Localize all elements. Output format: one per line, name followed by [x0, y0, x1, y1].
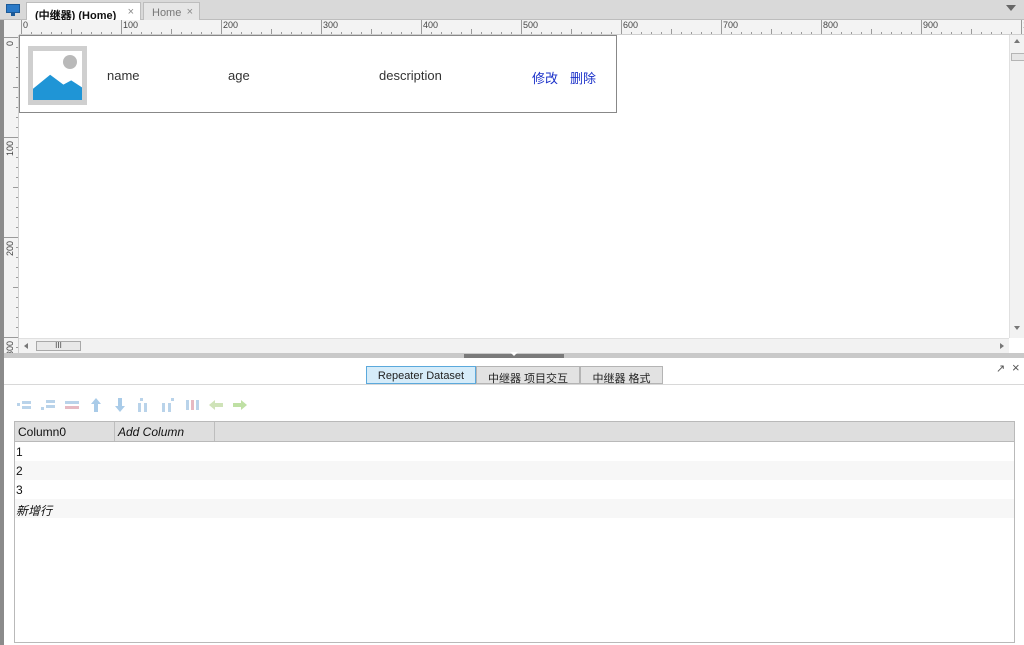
tab-repeater-style[interactable]: 中继器 格式 — [580, 366, 663, 385]
move-right-icon[interactable] — [233, 398, 247, 412]
ruler-label: 300 — [5, 340, 15, 353]
ruler-label: 200 — [5, 240, 15, 256]
close-icon[interactable]: × — [187, 6, 193, 18]
ruler-tick — [21, 20, 22, 34]
ruler-tick — [4, 237, 18, 238]
move-down-icon[interactable] — [113, 398, 127, 412]
insert-row-below-icon[interactable] — [41, 398, 55, 412]
delete-link[interactable]: 删除 — [570, 68, 596, 87]
ruler-tick — [1021, 20, 1022, 34]
repeater-widget[interactable]: name age description 修改 删除 — [19, 35, 617, 113]
table-row[interactable]: 3 — [15, 480, 1014, 499]
scroll-left-icon[interactable] — [24, 343, 28, 349]
ruler-label: 900 — [923, 20, 939, 30]
canvas-vertical-scrollbar[interactable] — [1009, 35, 1024, 338]
ruler-tick — [521, 20, 522, 34]
ruler-tick — [4, 37, 18, 38]
move-up-icon[interactable] — [89, 398, 103, 412]
repeater-panel: Repeater Dataset 中继器 项目交互 中继器 格式 ↗ × Col… — [4, 358, 1024, 645]
delete-column-icon[interactable] — [185, 398, 199, 412]
close-icon[interactable]: × — [1012, 360, 1020, 375]
ruler-label: 0 — [23, 20, 29, 30]
ruler-tick — [121, 20, 122, 34]
ruler-tick — [421, 20, 422, 34]
ruler-label: 500 — [523, 20, 539, 30]
tab-label: Home — [152, 7, 182, 19]
ruler-tick — [821, 20, 822, 34]
add-row-button[interactable]: 新增行 — [15, 499, 1014, 518]
tab-repeater-dataset[interactable]: Repeater Dataset — [366, 366, 476, 384]
monitor-icon — [5, 4, 21, 16]
tab-home[interactable]: Home × — [143, 2, 200, 20]
ruler-tick — [621, 20, 622, 34]
name-label: name — [107, 68, 140, 83]
vertical-ruler: 0 100 200 300 — [4, 35, 19, 353]
scroll-thumb[interactable] — [1011, 53, 1024, 61]
ruler-label: 200 — [223, 20, 239, 30]
tab-repeater-home[interactable]: (中继器) (Home) × — [26, 2, 141, 22]
horizontal-ruler: 01002003004005006007008009001 — [19, 20, 1024, 35]
edit-link[interactable]: 修改 — [532, 68, 558, 87]
column-header[interactable]: Column0 — [15, 422, 115, 441]
ruler-label: 600 — [623, 20, 639, 30]
ruler-tick — [4, 137, 18, 138]
ruler-tick — [4, 337, 18, 338]
description-label: description — [379, 68, 442, 83]
ruler-corner — [4, 20, 19, 35]
popout-icon[interactable]: ↗ — [996, 362, 1005, 375]
age-label: age — [228, 68, 250, 83]
move-left-icon[interactable] — [209, 398, 223, 412]
ruler-label: 400 — [423, 20, 439, 30]
ruler-label: 0 — [5, 40, 15, 46]
chevron-down-icon[interactable] — [1006, 5, 1016, 11]
ruler-label: 700 — [723, 20, 739, 30]
insert-column-right-icon[interactable] — [161, 398, 175, 412]
splitter-notch-icon — [510, 352, 518, 356]
close-icon[interactable]: × — [128, 6, 134, 18]
dataset-grid[interactable]: Column0 Add Column 1 2 3 新增行 — [14, 421, 1015, 643]
ruler-label: 100 — [5, 140, 15, 156]
divider — [4, 384, 1024, 385]
insert-row-icon[interactable] — [17, 398, 31, 412]
image-placeholder-icon — [28, 46, 87, 105]
table-row[interactable]: 2 — [15, 461, 1014, 480]
ruler-label: 100 — [123, 20, 139, 30]
tab-item-interactions[interactable]: 中继器 项目交互 — [476, 366, 580, 385]
canvas-horizontal-scrollbar[interactable]: III — [19, 338, 1009, 353]
ruler-tick — [721, 20, 722, 34]
ruler-tick — [321, 20, 322, 34]
insert-column-icon[interactable] — [137, 398, 151, 412]
add-column-button[interactable]: Add Column — [115, 422, 215, 441]
scroll-down-icon[interactable] — [1014, 326, 1020, 330]
grid-header: Column0 Add Column — [15, 422, 1014, 442]
ruler-tick — [221, 20, 222, 34]
delete-row-icon[interactable] — [65, 398, 79, 412]
document-tab-bar: (中继器) (Home) × Home × — [0, 0, 1024, 22]
scroll-thumb[interactable]: III — [36, 341, 81, 351]
design-canvas[interactable]: name age description 修改 删除 — [19, 35, 1009, 338]
ruler-tick — [921, 20, 922, 34]
table-row[interactable]: 1 — [15, 442, 1014, 461]
ruler-label: 800 — [823, 20, 839, 30]
scroll-up-icon[interactable] — [1014, 39, 1020, 43]
scroll-right-icon[interactable] — [1000, 343, 1004, 349]
ruler-label: 300 — [323, 20, 339, 30]
